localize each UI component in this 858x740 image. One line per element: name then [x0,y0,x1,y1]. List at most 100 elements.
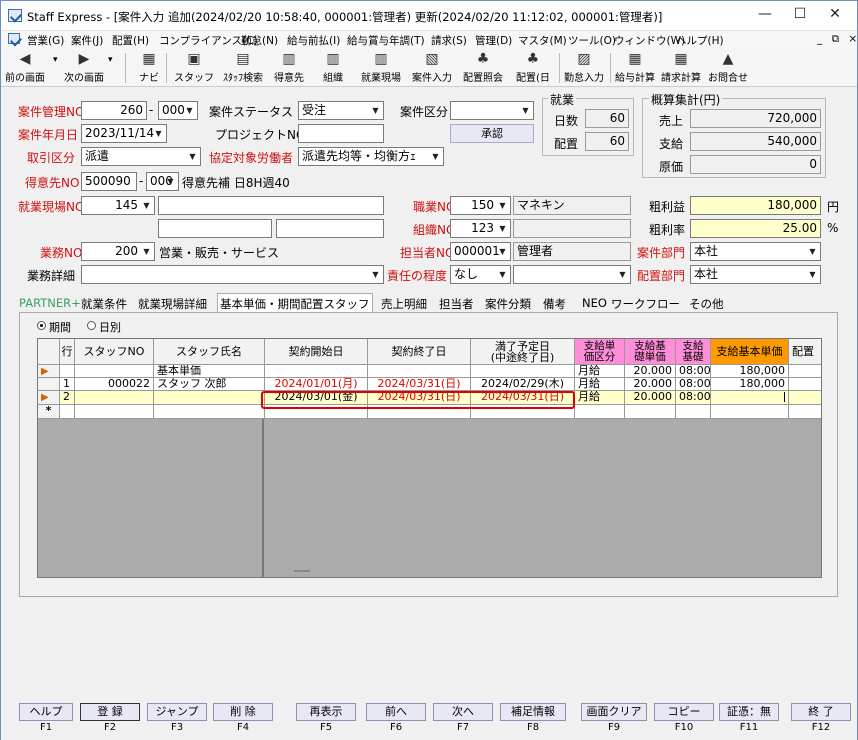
new-row-selector[interactable]: * [38,405,60,419]
tab-shugyo-joken[interactable]: 就業条件 [81,296,127,312]
cell-kiso-tanka[interactable]: 20.000 [625,378,676,391]
tab-bunrui[interactable]: 案件分類 [485,296,531,312]
new-cell[interactable] [711,405,789,419]
col-start-date[interactable]: 契約開始日 [265,339,368,365]
toolbar-soshiki[interactable]: ▥ 組織 [323,51,343,84]
toolbar-staff[interactable]: ▣ スタッフ [174,51,214,84]
genba-extra1-field[interactable] [158,219,272,238]
menu-kintai[interactable]: 勤怠(N) [241,33,278,48]
f6-prev-button[interactable]: 前へ [366,703,426,721]
cell-kiso-tanka[interactable]: 20.000 [625,391,676,405]
menu-seikyu[interactable]: 請求(S) [431,33,467,48]
toolbar-haichi-shokai[interactable]: ♣ 配置照会 [463,51,503,84]
genba-extra2-field[interactable] [276,219,384,238]
cell-haichi[interactable] [789,365,821,378]
new-cell[interactable] [676,405,711,419]
menu-kyuyo[interactable]: 給与賞与年調(T) [347,33,425,48]
menu-tool[interactable]: ツール(O) [568,33,616,48]
approve-button[interactable]: 承認 [450,124,534,143]
f2-register-button[interactable]: 登 録 [80,703,140,721]
tab-tantosha[interactable]: 担当者 [439,296,474,312]
cell-haichi[interactable] [789,378,821,391]
toolbar-genba[interactable]: ▥ 就業現場 [361,51,401,84]
cell-kihon-tanka[interactable] [711,391,789,405]
mdi-controls[interactable]: _ ⧉ × [817,33,858,46]
gyomu-combo[interactable]: 200 ▼ [81,242,155,261]
col-shikyu-kihon-tanka[interactable]: 支給基本単価 [711,339,789,365]
toolbar-contact[interactable]: ▲ お問合せ [708,51,748,84]
f10-copy-button[interactable]: コピー [654,703,714,721]
case-no-sub-combo[interactable]: 000 ▼ [158,101,198,120]
row-selector[interactable]: ▶ [38,365,60,378]
scroll-grip[interactable] [294,570,310,572]
menu-haichi[interactable]: 配置(H) [112,33,149,48]
toolbar-navi[interactable]: ▦ ナビ [139,51,159,84]
cell-staff-no[interactable]: 000022 [75,378,154,391]
cell-staff-no[interactable] [75,391,154,405]
tab-sonota[interactable]: その他 [689,296,724,312]
toolbar-haichi-day[interactable]: ♣ 配置(日 [516,51,550,84]
toolbar-prev-dropdown[interactable]: ▾ [53,55,58,65]
tokui-sub-combo[interactable]: 000 ▼ [146,172,179,191]
toolbar-kintai[interactable]: ▨ 勤怠入力 [564,51,604,84]
toolbar-anken-input[interactable]: ▧ 案件入力 [412,51,452,84]
col-staff-no[interactable]: スタッフNO [75,339,154,365]
col-shikyu-kiso[interactable]: 支給 基礎 [676,339,711,365]
col-shikyu-kiso-tanka[interactable]: 支給基 礎単価 [625,339,676,365]
toolbar-staff-search[interactable]: ▤ ｽﾀｯﾌ検索 [223,51,263,84]
col-gyo[interactable]: 行 [60,339,75,365]
cell-kiso[interactable]: 08:00 [676,391,711,405]
cell-kiso[interactable]: 08:00 [676,365,711,378]
cell-end-date[interactable]: 2024/03/31(日) [368,378,471,391]
cell-shikyu-kubun[interactable]: 月給 [575,391,625,405]
new-cell[interactable] [154,405,265,419]
menu-anken[interactable]: 案件(J) [71,33,103,48]
radio-kikan[interactable] [37,321,46,330]
tab-workflow[interactable]: ワークフロー [611,296,680,312]
cell-gyo[interactable] [60,365,75,378]
col-haichi[interactable]: 配置 [789,339,821,365]
case-date-picker[interactable]: 2023/11/14 ▼ [81,124,167,143]
cell-staff-name[interactable]: スタッフ 次郎 [154,378,265,391]
radio-hibetsu[interactable] [87,321,96,330]
menu-window[interactable]: ウィンドウ(W) [614,33,685,48]
cell-start-date[interactable]: 2024/01/01(月) [265,378,368,391]
soshiki-combo[interactable]: 123 ▼ [450,219,511,238]
f5-refresh-button[interactable]: 再表示 [296,703,356,721]
toolbar-next-dropdown[interactable]: ▾ [108,55,113,65]
cell-staff-name[interactable] [154,391,265,405]
cell-staff-name[interactable]: 基本単価 [154,365,265,378]
toolbar-prev-screen[interactable]: ◀ 前の画面 [5,51,45,84]
f12-exit-button[interactable]: 終 了 [791,703,851,721]
menu-eigyo[interactable]: 営業(G) [27,33,64,48]
cell-start-date[interactable] [265,365,368,378]
cell-staff-no[interactable] [75,365,154,378]
f8-supplement-button[interactable]: 補足情報 [500,703,566,721]
menu-master[interactable]: マスタ(M) [518,33,567,48]
kubun-combo[interactable]: ▼ [450,101,534,120]
minimize-button[interactable]: — [750,6,780,22]
new-cell[interactable] [575,405,625,419]
new-cell[interactable] [60,405,75,419]
f3-jump-button[interactable]: ジャンプ [147,703,207,721]
col-manryo[interactable]: 満了予定日 (中途終了日) [471,339,575,365]
cell-haichi[interactable] [789,391,821,405]
col-staff-name[interactable]: スタッフ氏名 [154,339,265,365]
close-button[interactable]: ✕ [820,6,850,22]
cell-kiso-tanka[interactable]: 20.000 [625,365,676,378]
row-selector[interactable]: ▶ [38,391,60,405]
cell-gyo[interactable]: 1 [60,378,75,391]
col-end-date[interactable]: 契約終了日 [368,339,471,365]
toolbar-kyuyo-calc[interactable]: ▦ 給与計算 [615,51,655,84]
tab-uriage[interactable]: 売上明細 [381,296,427,312]
tab-genba-detail[interactable]: 就業現場詳細 [138,296,207,312]
f1-help-button[interactable]: ヘルプ [19,703,73,721]
f9-clear-button[interactable]: 画面クリア [581,703,647,721]
menu-help[interactable]: ヘルプ(H) [676,33,724,48]
cell-shikyu-kubun[interactable]: 月給 [575,378,625,391]
f7-next-button[interactable]: 次へ [433,703,493,721]
status-combo[interactable]: 受注 ▼ [298,101,384,120]
row-selector[interactable] [38,378,60,391]
toolbar-seikyu-calc[interactable]: ▦ 請求計算 [661,51,701,84]
new-cell[interactable] [625,405,676,419]
